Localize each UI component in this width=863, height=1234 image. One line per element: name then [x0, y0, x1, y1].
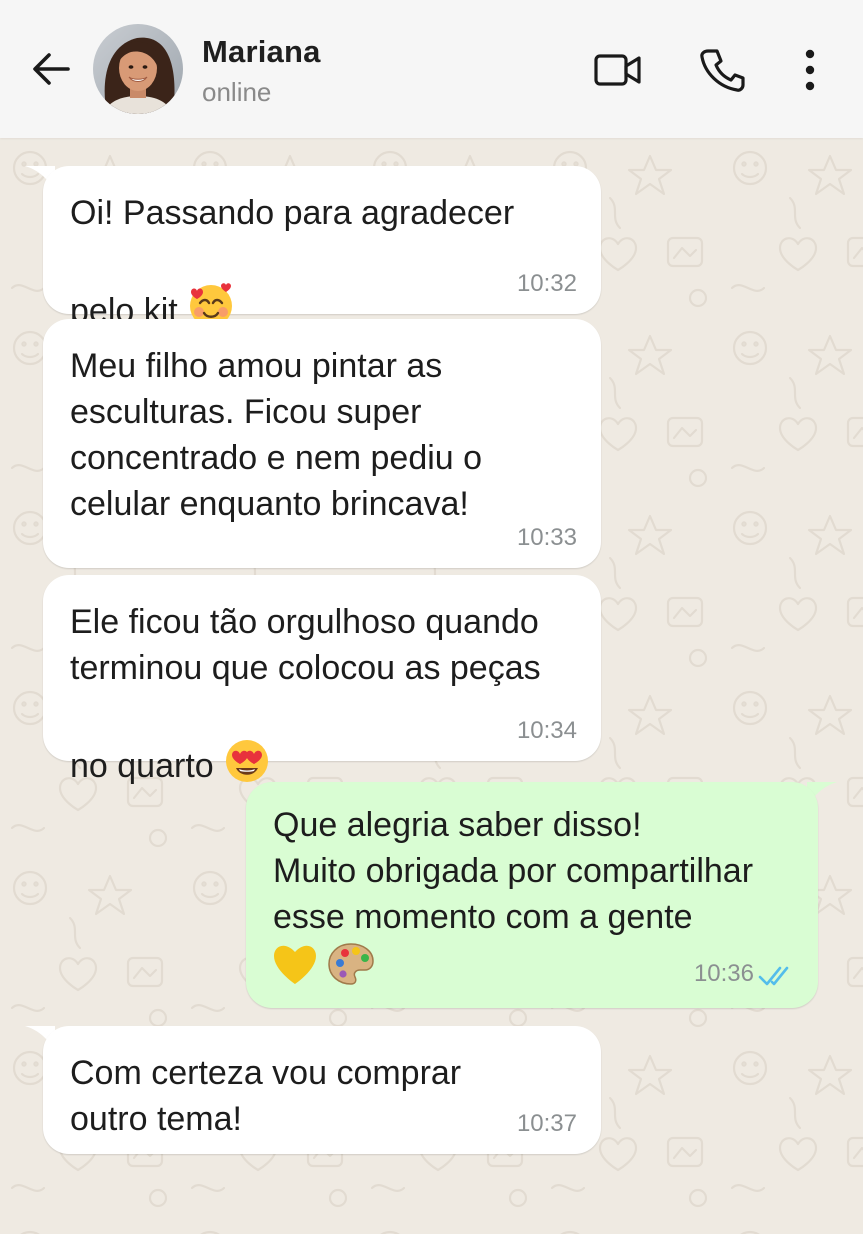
message-emojis: [272, 942, 375, 998]
message-time: 10:32: [516, 270, 577, 297]
back-button[interactable]: [22, 40, 80, 98]
message-text: Meu filho amou pintar as esculturas. Fic…: [70, 347, 483, 523]
heart-eyes-icon: [223, 691, 271, 797]
message-time: 10:33: [516, 524, 577, 551]
yellow-heart-icon: [272, 942, 318, 998]
message-text-content: Ele ficou tão orgulhoso quando terminou …: [70, 603, 541, 785]
arrow-left-icon: [33, 53, 70, 85]
chat-header: Mariana online: [0, 0, 863, 138]
menu-button[interactable]: [782, 42, 838, 98]
message-bubble-incoming[interactable]: Oi! Passando para agradecer pelo kit 10:…: [43, 166, 601, 330]
phone-icon: [700, 49, 745, 92]
contact-name[interactable]: Mariana: [202, 34, 321, 70]
chat-area[interactable]: Oi! Passando para agradecer pelo kit 10:…: [0, 138, 863, 1234]
message-text: Ele ficou tão orgulhoso quando terminou …: [70, 599, 583, 797]
message-bubble-incoming[interactable]: Com certeza vou comprar outro tema! 10:3…: [43, 1026, 601, 1154]
read-receipt-icon: [758, 966, 789, 986]
avatar[interactable]: [93, 24, 183, 114]
artist-palette-icon: [327, 942, 375, 998]
video-call-button[interactable]: [590, 42, 646, 98]
contact-photo: [93, 24, 183, 114]
message-bubble-outgoing[interactable]: Que alegria saber disso! Muito obrigada …: [246, 782, 818, 1008]
video-camera-icon: [594, 54, 641, 86]
message-bubble-incoming[interactable]: Meu filho amou pintar as esculturas. Fic…: [43, 319, 601, 568]
message-time: 10:34: [516, 717, 577, 744]
message-time: 10:37: [516, 1110, 577, 1137]
contact-status: online: [202, 77, 272, 107]
message-text: Com certeza vou comprar outro tema!: [70, 1054, 462, 1138]
voice-call-button[interactable]: [694, 42, 750, 98]
message-bubble-incoming[interactable]: Ele ficou tão orgulhoso quando terminou …: [43, 575, 601, 785]
message-text-content: Oi! Passando para agradecer pelo kit: [70, 194, 515, 330]
message-text: Que alegria saber disso! Muito obrigada …: [273, 806, 754, 936]
more-vertical-icon: [805, 49, 815, 91]
message-time: 10:36: [693, 960, 754, 987]
